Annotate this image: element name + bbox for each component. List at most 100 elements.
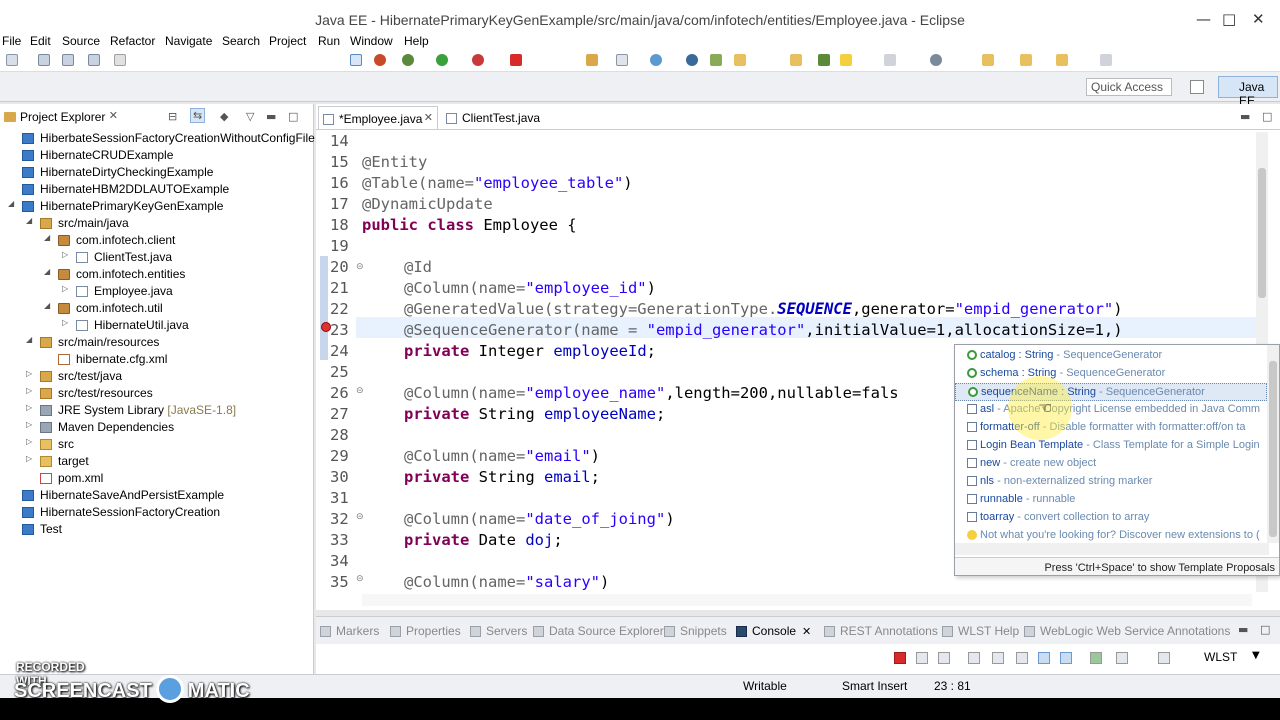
- tab-properties[interactable]: Properties: [390, 624, 461, 638]
- proposal-item[interactable]: runnable - runnable: [955, 491, 1267, 509]
- remove-all-icon[interactable]: [938, 652, 950, 664]
- remove-launch-icon[interactable]: [916, 652, 928, 664]
- menu-run[interactable]: Run: [318, 34, 340, 48]
- filter-icon[interactable]: ◆: [220, 110, 228, 123]
- menu-project[interactable]: Project: [269, 34, 306, 48]
- menu-source[interactable]: Source: [62, 34, 100, 48]
- collapsed-arrow-icon[interactable]: ▷: [62, 250, 68, 259]
- tab-weblogic-annotations[interactable]: WebLogic Web Service Annotations: [1024, 624, 1230, 638]
- word-wrap-icon[interactable]: [1016, 652, 1028, 664]
- tab-clienttest-java[interactable]: ClientTest.java: [442, 106, 552, 130]
- run-icon[interactable]: [436, 54, 448, 66]
- save-icon[interactable]: [38, 54, 50, 66]
- menu-help[interactable]: Help: [404, 34, 429, 48]
- code-line[interactable]: 17 @DynamicUpdate: [316, 194, 1256, 215]
- minimize-editor-icon[interactable]: ▬: [1240, 110, 1250, 123]
- open-type-icon[interactable]: [586, 54, 598, 66]
- menu-navigate[interactable]: Navigate: [165, 34, 212, 48]
- tab-data-source-explorer[interactable]: Data Source Explorer: [533, 624, 664, 638]
- collapsed-arrow-icon[interactable]: ▷: [26, 420, 32, 429]
- collapsed-arrow-icon[interactable]: ▷: [26, 403, 32, 412]
- collapsed-arrow-icon[interactable]: ▷: [62, 318, 68, 327]
- show-on-error-icon[interactable]: [1060, 652, 1072, 664]
- proposal-item[interactable]: toarray - convert collection to array: [955, 509, 1267, 527]
- minimize-icon[interactable]: —: [1196, 10, 1211, 28]
- maximize-view-icon[interactable]: □: [288, 110, 298, 123]
- proposal-item[interactable]: asl - Apache Copyright License embedded …: [955, 401, 1267, 419]
- edit-icon[interactable]: [114, 54, 126, 66]
- expand-arrow-icon[interactable]: ◢: [26, 216, 32, 225]
- toggle-block-icon[interactable]: [350, 54, 362, 66]
- menu-window[interactable]: Window: [350, 34, 393, 48]
- proposal-item-selected[interactable]: sequenceName : String - SequenceGenerato…: [955, 383, 1267, 401]
- collapse-all-icon[interactable]: ⊟: [168, 110, 177, 123]
- quick-access-input[interactable]: Quick Access: [1086, 78, 1172, 96]
- open-console-icon[interactable]: [1158, 652, 1170, 664]
- terminate-icon[interactable]: [894, 652, 906, 664]
- collapsed-arrow-icon[interactable]: ▷: [26, 369, 32, 378]
- maximize-view-icon[interactable]: □: [1260, 623, 1270, 636]
- save-all-icon[interactable]: [62, 54, 74, 66]
- search-icon[interactable]: [818, 54, 830, 66]
- close-window-icon[interactable]: ✕: [1252, 10, 1265, 28]
- minimize-view-icon[interactable]: ▬: [1238, 623, 1248, 636]
- tab-console[interactable]: Console ✕: [736, 624, 811, 638]
- expand-arrow-icon[interactable]: ◢: [8, 199, 14, 208]
- code-line[interactable]: 16 @Table(name="employee_table"): [316, 173, 1256, 194]
- tab-snippets[interactable]: Snippets: [664, 624, 727, 638]
- next-annotation-icon[interactable]: [982, 54, 994, 66]
- view-menu-icon[interactable]: ▽: [246, 110, 254, 123]
- expand-arrow-icon[interactable]: ◢: [44, 301, 50, 310]
- open-perspective-icon[interactable]: [1190, 80, 1204, 94]
- close-icon[interactable]: ✕: [109, 109, 118, 122]
- code-line[interactable]: 14: [316, 131, 1256, 152]
- maximize-editor-icon[interactable]: □: [1262, 110, 1272, 123]
- editor-horizontal-scrollbar[interactable]: [362, 594, 1252, 606]
- last-edit-icon[interactable]: [1020, 54, 1032, 66]
- expand-arrow-icon[interactable]: ◢: [26, 335, 32, 344]
- menu-edit[interactable]: Edit: [30, 34, 51, 48]
- scrollbar-thumb[interactable]: [1269, 361, 1277, 537]
- maximize-icon[interactable]: □: [1222, 10, 1236, 28]
- run-external-icon[interactable]: [472, 54, 484, 66]
- highlight-icon[interactable]: [840, 54, 852, 66]
- globe-icon[interactable]: [686, 54, 698, 66]
- stop-icon[interactable]: [510, 54, 522, 66]
- tab-employee-java[interactable]: *Employee.java ✕: [318, 106, 438, 130]
- print-icon[interactable]: [88, 54, 100, 66]
- close-icon[interactable]: ✕: [802, 626, 811, 638]
- code-line[interactable]: 23 @SequenceGenerator(name = "empid_gener…: [316, 320, 1256, 341]
- proposal-item[interactable]: nls - non-externalized string marker: [955, 473, 1267, 491]
- tab-servers[interactable]: Servers: [470, 624, 527, 638]
- chevron-down-icon[interactable]: ▼: [1252, 650, 1260, 661]
- menu-refactor[interactable]: Refactor: [110, 34, 155, 48]
- collapsed-arrow-icon[interactable]: ▷: [26, 437, 32, 446]
- proposal-horizontal-scrollbar[interactable]: [955, 543, 1269, 555]
- debug-icon[interactable]: [402, 54, 414, 66]
- show-whitespace-icon[interactable]: [884, 54, 896, 66]
- back-icon[interactable]: [1056, 54, 1068, 66]
- menu-search[interactable]: Search: [222, 34, 260, 48]
- tab-markers[interactable]: Markers: [320, 624, 379, 638]
- expand-arrow-icon[interactable]: ◢: [44, 233, 50, 242]
- annotation-icon[interactable]: [930, 54, 942, 66]
- wlst-button[interactable]: WLST: [1204, 650, 1237, 664]
- publish-icon[interactable]: [650, 54, 662, 66]
- code-line[interactable]: 18 public class Employee {: [316, 215, 1256, 236]
- code-line[interactable]: 22 @GeneratedValue(strategy=GenerationTyp…: [316, 299, 1256, 320]
- link-editor-icon[interactable]: ⇆: [190, 108, 206, 123]
- code-line[interactable]: 20 @Id: [316, 257, 1256, 278]
- pin-console-icon[interactable]: [1090, 652, 1102, 664]
- proposal-item[interactable]: schema : String - SequenceGenerator: [955, 365, 1267, 383]
- proposal-item[interactable]: catalog : String - SequenceGenerator: [955, 347, 1267, 365]
- new-icon[interactable]: [6, 54, 18, 66]
- menu-file[interactable]: File: [2, 34, 21, 48]
- proposal-item[interactable]: formatter-off - Disable formatter with f…: [955, 419, 1267, 437]
- collapsed-arrow-icon[interactable]: ▷: [26, 386, 32, 395]
- code-line[interactable]: 21 @Column(name="employee_id"): [316, 278, 1256, 299]
- proposal-item[interactable]: Login Bean Template - Class Template for…: [955, 437, 1267, 455]
- java-ee-perspective-button[interactable]: Java EE: [1218, 76, 1278, 108]
- clear-console-icon[interactable]: [968, 652, 980, 664]
- web-browser-icon[interactable]: [374, 54, 386, 66]
- new-server-icon[interactable]: [616, 54, 628, 66]
